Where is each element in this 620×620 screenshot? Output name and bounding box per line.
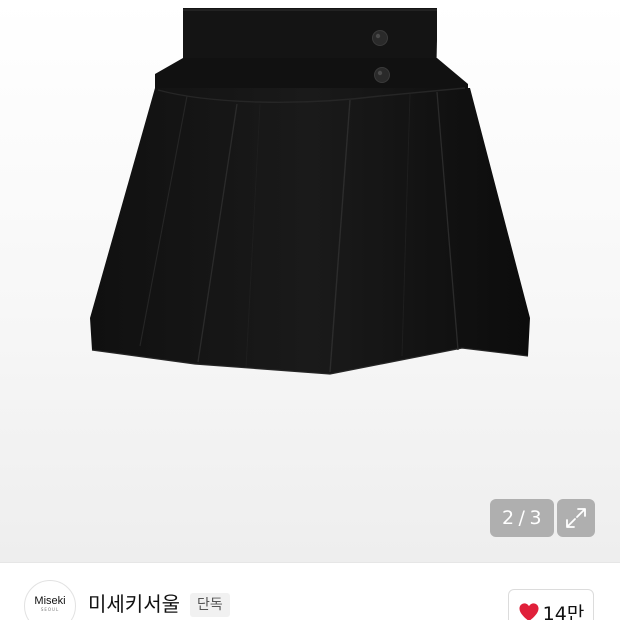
fullscreen-button[interactable]: [557, 499, 595, 537]
heart-icon: [519, 603, 539, 620]
current-page-number: 2: [501, 507, 515, 529]
like-count: 14만: [542, 602, 585, 620]
shop-logo[interactable]: Miseki SEOUL: [24, 580, 76, 620]
shop-info-bar: Miseki SEOUL 미세키서울 단독 14만: [0, 562, 620, 620]
shop-logo-text: Miseki: [34, 595, 66, 607]
product-image: [90, 8, 530, 375]
exclusive-badge: 단독: [190, 593, 230, 617]
total-page-number: 3: [529, 507, 543, 529]
page-separator: /: [518, 507, 526, 529]
expand-icon: [566, 508, 586, 528]
like-button[interactable]: 14만: [508, 589, 594, 620]
shop-name-link[interactable]: 미세키서울: [88, 591, 180, 617]
image-page-indicator: 2/3: [490, 499, 554, 537]
shop-logo-subtext: SEOUL: [40, 607, 60, 612]
product-page: 2/3 Miseki SEOUL 미세키서울 단독 14만: [0, 0, 620, 620]
product-image-gallery[interactable]: 2/3: [0, 0, 620, 562]
